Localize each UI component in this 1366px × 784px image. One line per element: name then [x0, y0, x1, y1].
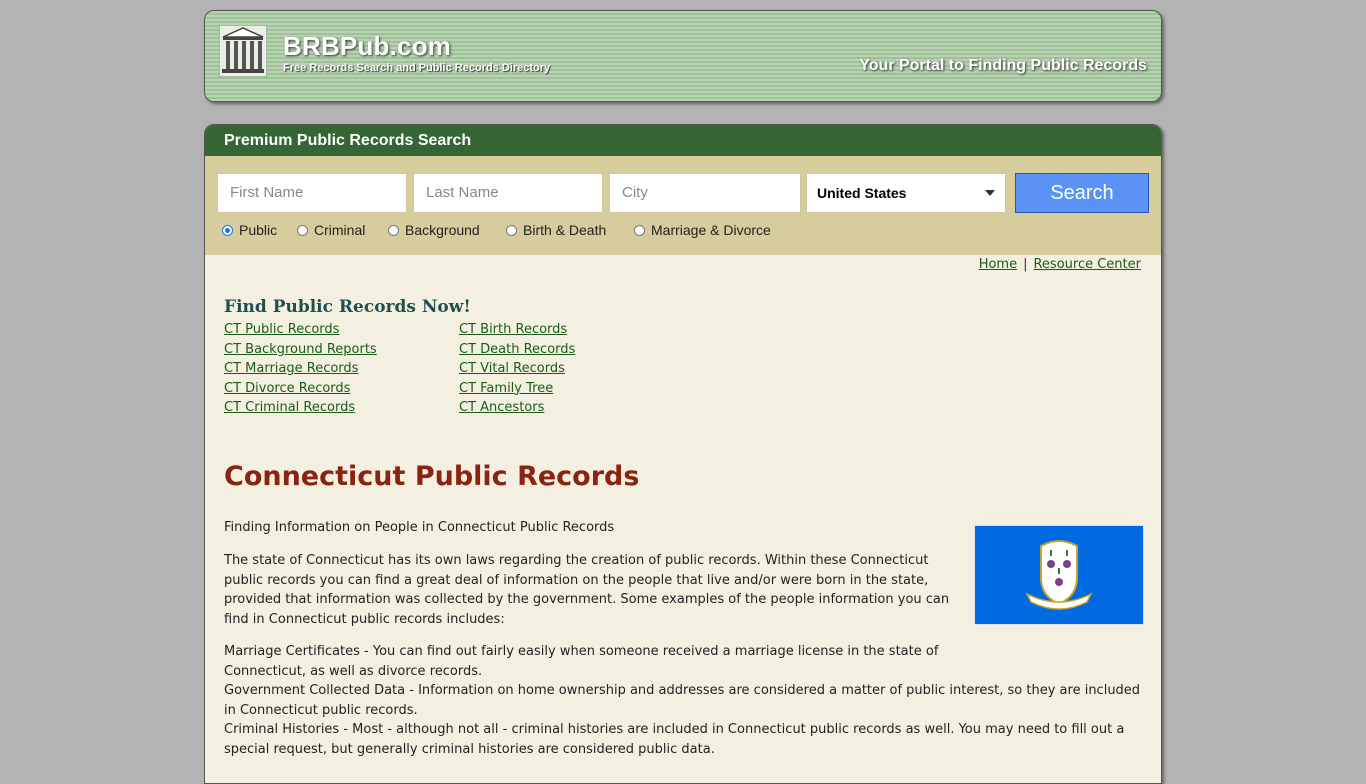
- find-records-title: Find Public Records Now!: [224, 297, 471, 317]
- courthouse-logo-icon[interactable]: [219, 25, 267, 77]
- country-select[interactable]: United States: [806, 173, 1006, 213]
- records-links-right: CT Birth Records CT Death Records CT Vit…: [459, 320, 575, 418]
- radio-public[interactable]: Public: [222, 222, 277, 238]
- radio-label: Birth & Death: [523, 222, 607, 238]
- page-title: Connecticut Public Records: [224, 461, 640, 492]
- radio-selected-icon: [222, 224, 233, 236]
- radio-icon: [388, 224, 399, 236]
- flag-shield-icon: [1025, 540, 1093, 610]
- radio-label: Marriage & Divorce: [651, 222, 771, 238]
- country-select-value: United States: [817, 185, 907, 201]
- link-ct-vital-records[interactable]: CT Vital Records: [459, 361, 565, 376]
- resource-center-link[interactable]: Resource Center: [1033, 257, 1141, 272]
- chevron-down-icon: [985, 190, 995, 196]
- site-header-banner: BRBPub.com Free Records Search and Publi…: [204, 10, 1162, 102]
- article-item-criminal: Criminal Histories - Most - although not…: [224, 722, 1125, 757]
- article-paragraph: The state of Connecticut has its own law…: [224, 553, 950, 627]
- link-ct-birth-records[interactable]: CT Birth Records: [459, 322, 567, 337]
- radio-icon: [506, 224, 517, 236]
- radio-icon: [297, 224, 308, 236]
- link-ct-family-tree[interactable]: CT Family Tree: [459, 381, 553, 396]
- main-panel: Premium Public Records Search First Name…: [204, 124, 1162, 784]
- records-links-left: CT Public Records CT Background Reports …: [224, 320, 377, 418]
- connecticut-flag-image: [974, 525, 1144, 625]
- first-name-input[interactable]: First Name: [217, 173, 407, 213]
- radio-criminal[interactable]: Criminal: [297, 222, 365, 238]
- site-name[interactable]: BRBPub.com: [283, 31, 451, 62]
- article-item-government: Government Collected Data - Information …: [224, 683, 1141, 718]
- home-link[interactable]: Home: [979, 257, 1017, 272]
- search-button[interactable]: Search: [1015, 173, 1149, 213]
- link-ct-background-reports[interactable]: CT Background Reports: [224, 342, 377, 357]
- radio-birth-death[interactable]: Birth & Death: [506, 222, 606, 238]
- radio-background[interactable]: Background: [388, 222, 480, 238]
- portal-slogan: Your Portal to Finding Public Records: [859, 57, 1147, 74]
- article-intro: Finding Information on People in Connect…: [224, 520, 615, 535]
- record-type-options: Public Criminal Background Birth & Death…: [205, 222, 1161, 242]
- last-name-input[interactable]: Last Name: [413, 173, 603, 213]
- link-ct-criminal-records[interactable]: CT Criminal Records: [224, 400, 355, 415]
- top-nav-links: Home | Resource Center: [978, 257, 1141, 272]
- link-ct-public-records[interactable]: CT Public Records: [224, 322, 339, 337]
- city-input[interactable]: City: [609, 173, 801, 213]
- radio-marriage-divorce[interactable]: Marriage & Divorce: [634, 222, 771, 238]
- radio-icon: [634, 224, 645, 236]
- radio-label: Public: [239, 222, 278, 238]
- article-item-marriage: Marriage Certificates - You can find out…: [224, 644, 939, 679]
- radio-label: Criminal: [314, 222, 366, 238]
- link-ct-death-records[interactable]: CT Death Records: [459, 342, 575, 357]
- radio-label: Background: [405, 222, 480, 238]
- search-form: First Name Last Name City United States …: [205, 156, 1161, 255]
- link-ct-ancestors[interactable]: CT Ancestors: [459, 400, 544, 415]
- link-ct-marriage-records[interactable]: CT Marriage Records: [224, 361, 358, 376]
- link-ct-divorce-records[interactable]: CT Divorce Records: [224, 381, 350, 396]
- search-heading: Premium Public Records Search: [205, 125, 1161, 156]
- site-tagline: Free Records Search and Public Records D…: [283, 62, 551, 74]
